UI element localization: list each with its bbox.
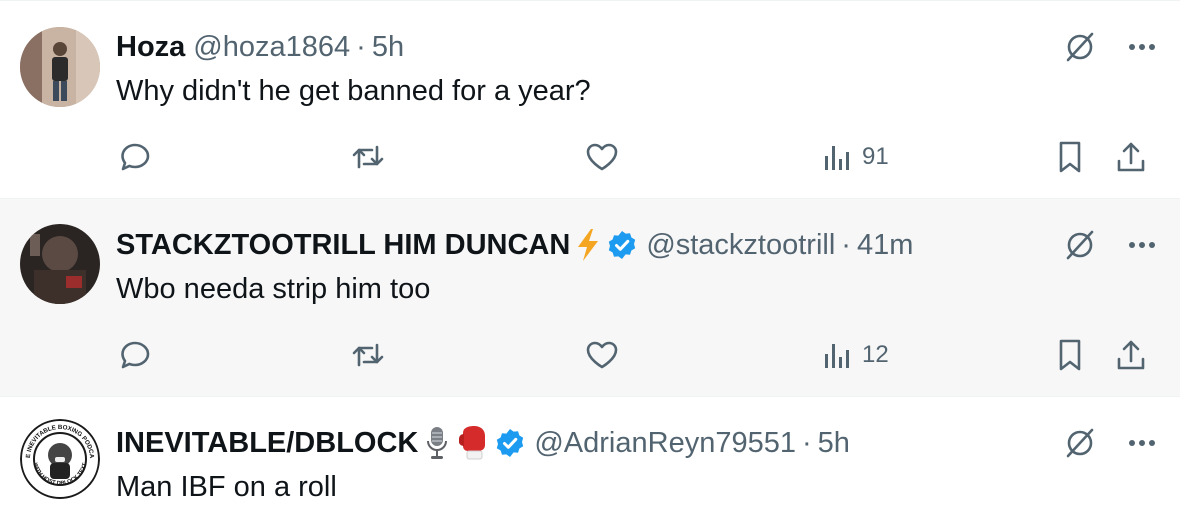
verified-badge-icon[interactable] — [494, 427, 526, 459]
grok-icon[interactable] — [1062, 29, 1098, 65]
avatar[interactable]: THE INEVITABLE BOXING PODCAST WITH HOST … — [20, 419, 100, 499]
user-handle[interactable]: @hoza1864 — [193, 31, 350, 64]
user-handle[interactable]: @stackztootrill — [646, 229, 835, 262]
bookmark-icon — [1054, 337, 1086, 373]
view-count: 91 — [862, 143, 889, 170]
share-button[interactable] — [1114, 137, 1148, 177]
verified-badge-icon[interactable] — [606, 229, 638, 261]
views-button[interactable]: 12 — [820, 335, 889, 375]
share-icon — [1114, 337, 1148, 373]
bookmark-button[interactable] — [1054, 137, 1086, 177]
views-button[interactable]: 91 — [820, 137, 889, 177]
share-button[interactable] — [1114, 335, 1148, 375]
bookmark-button[interactable] — [1054, 335, 1086, 375]
tweet-text: Wbo needa strip him too — [116, 273, 431, 305]
more-options-icon[interactable] — [1128, 438, 1156, 448]
reply-button[interactable] — [118, 335, 152, 375]
like-button[interactable] — [584, 137, 620, 177]
reply-icon — [118, 338, 152, 372]
boxing-glove-emoji-icon — [456, 425, 488, 461]
separator: · — [801, 426, 812, 459]
tweet-top-actions — [1062, 227, 1156, 263]
action-bar: 91 — [0, 137, 1180, 177]
tweet-reply[interactable]: THE INEVITABLE BOXING PODCAST WITH HOST … — [0, 397, 1180, 530]
avatar[interactable] — [20, 27, 100, 107]
display-name[interactable]: INEVITABLE/DBLOCK — [116, 427, 418, 460]
reply-button[interactable] — [118, 137, 152, 177]
tweet-header: STACKZTOOTRILL HIM DUNCAN @stackztootril… — [116, 225, 913, 265]
views-chart-icon — [820, 338, 854, 372]
grok-icon[interactable] — [1062, 425, 1098, 461]
views-chart-icon — [820, 140, 854, 174]
tweet-top-actions — [1062, 29, 1156, 65]
grok-icon[interactable] — [1062, 227, 1098, 263]
heart-icon — [584, 338, 620, 372]
tweet-text: Why didn't he get banned for a year? — [116, 75, 591, 107]
tweet-header: Hoza @hoza1864 · 5h — [116, 27, 404, 67]
tweet-reply[interactable]: STACKZTOOTRILL HIM DUNCAN @stackztootril… — [0, 199, 1180, 397]
display-name[interactable]: STACKZTOOTRILL HIM DUNCAN — [116, 229, 570, 262]
user-handle[interactable]: @AdrianReyn79551 — [534, 427, 796, 460]
like-button[interactable] — [584, 335, 620, 375]
action-bar: 12 — [0, 335, 1180, 375]
microphone-emoji-icon — [424, 425, 450, 461]
separator: · — [356, 30, 366, 63]
timestamp[interactable]: 5h — [818, 427, 850, 460]
tweet-top-actions — [1062, 425, 1156, 461]
lightning-emoji-icon — [576, 228, 600, 262]
display-name[interactable]: Hoza — [116, 31, 185, 64]
view-count: 12 — [862, 341, 889, 368]
more-options-icon[interactable] — [1128, 42, 1156, 52]
tweet-reply[interactable]: Hoza @hoza1864 · 5h Why didn't he get ba… — [0, 1, 1180, 199]
repost-icon — [350, 140, 386, 174]
bookmark-icon — [1054, 139, 1086, 175]
repost-button[interactable] — [350, 335, 386, 375]
heart-icon — [584, 140, 620, 174]
tweet-header: INEVITABLE/DBLOCK @AdrianReyn79551 · 5h — [116, 423, 850, 463]
tweet-text: Man IBF on a roll — [116, 471, 337, 503]
timestamp[interactable]: 5h — [372, 31, 404, 64]
avatar[interactable] — [20, 224, 100, 304]
timestamp[interactable]: 41m — [857, 229, 913, 262]
reply-icon — [118, 140, 152, 174]
repost-button[interactable] — [350, 137, 386, 177]
more-options-icon[interactable] — [1128, 240, 1156, 250]
repost-icon — [350, 338, 386, 372]
share-icon — [1114, 139, 1148, 175]
separator: · — [841, 228, 851, 261]
